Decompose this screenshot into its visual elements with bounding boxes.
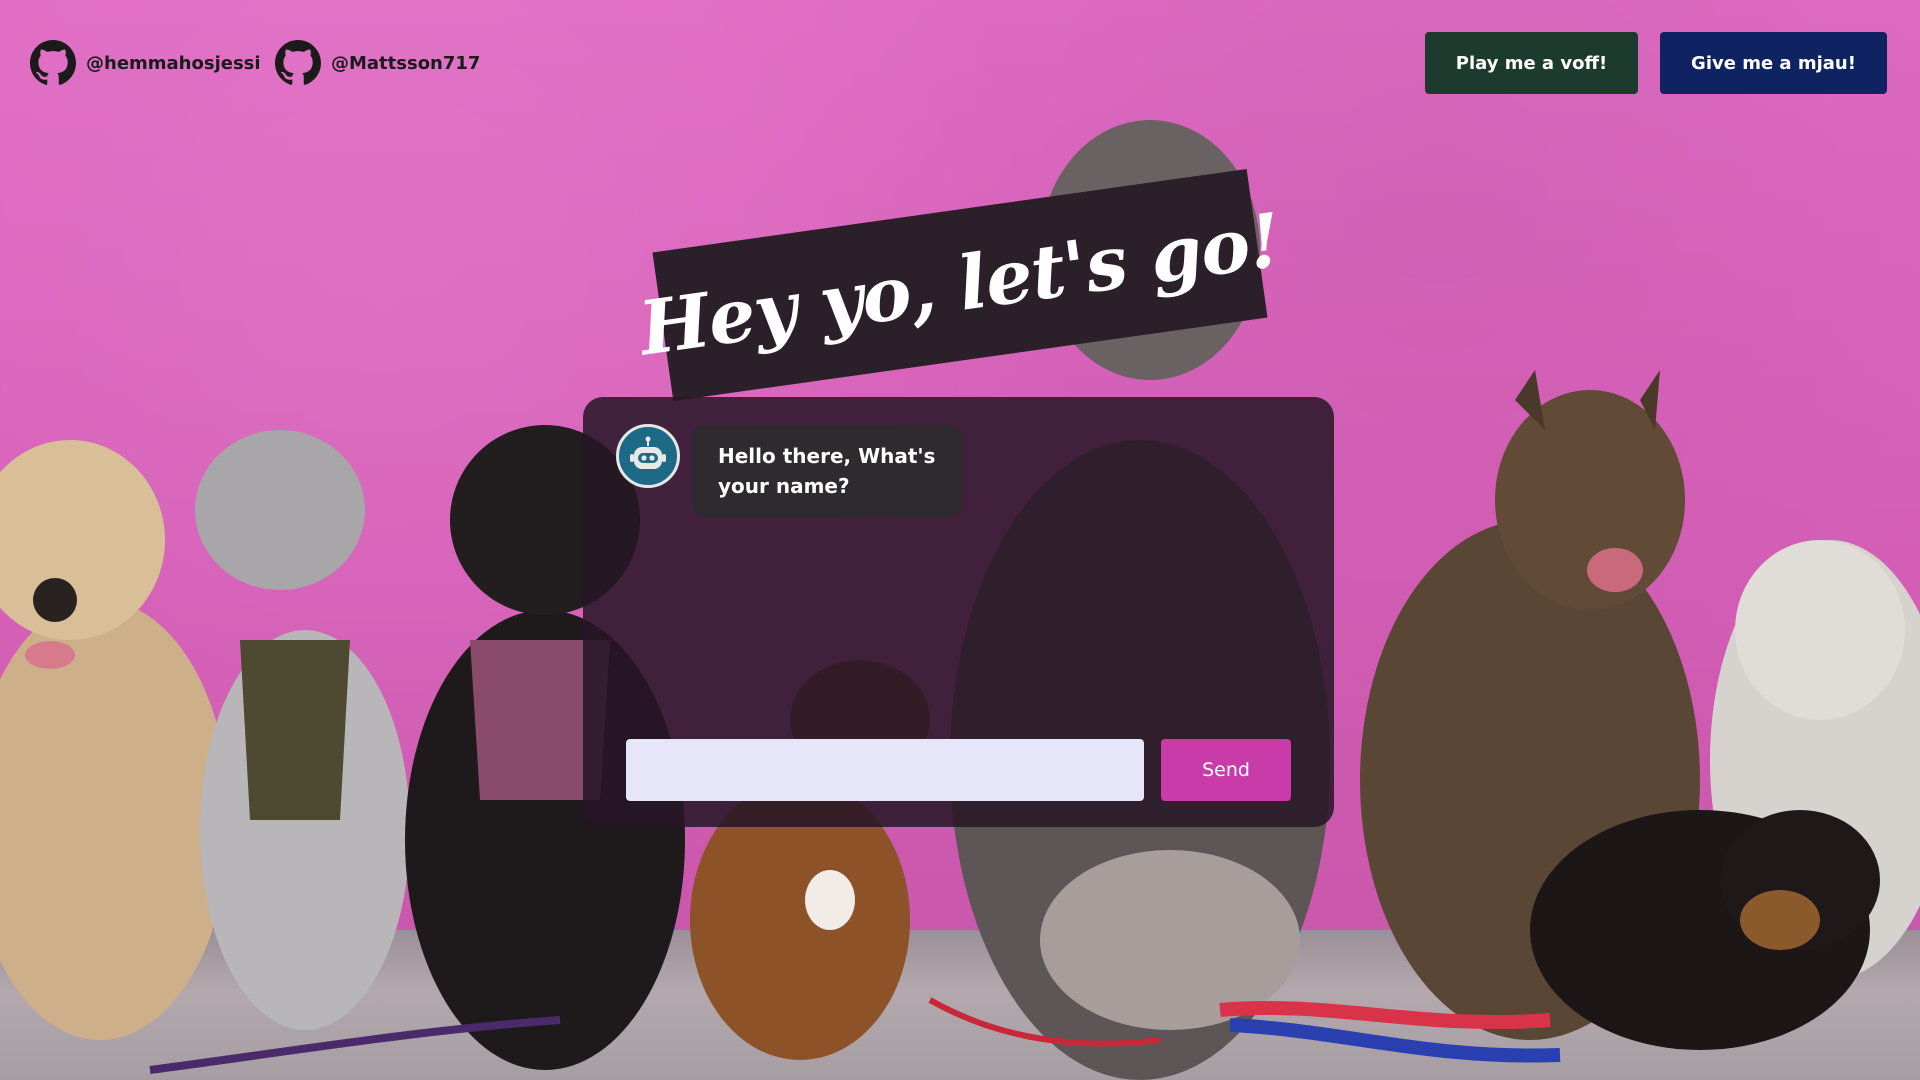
github-link-mattsson717[interactable]: @Mattsson717 [275,40,480,86]
dog-dachshund [1530,810,1880,1050]
bot-message: Hello there, What's your name? [692,425,962,517]
dog-grey-small [195,430,410,1030]
dog-wheaten [0,440,230,1040]
name-input[interactable] [626,739,1144,801]
play-voff-button[interactable]: Play me a voff! [1425,32,1638,94]
robot-icon [630,436,666,469]
github-icon [275,40,321,85]
bot-avatar [616,424,680,488]
github-username: @hemmahosjessi [86,52,261,74]
github-icon [30,40,76,85]
give-mjau-button[interactable]: Give me a mjau! [1660,32,1887,94]
chat-panel: Hello there, What's your name? Send [583,397,1334,827]
github-link-hemmahosjessi[interactable]: @hemmahosjessi [30,40,261,86]
send-button[interactable]: Send [1161,739,1291,801]
github-username: @Mattsson717 [331,52,481,74]
